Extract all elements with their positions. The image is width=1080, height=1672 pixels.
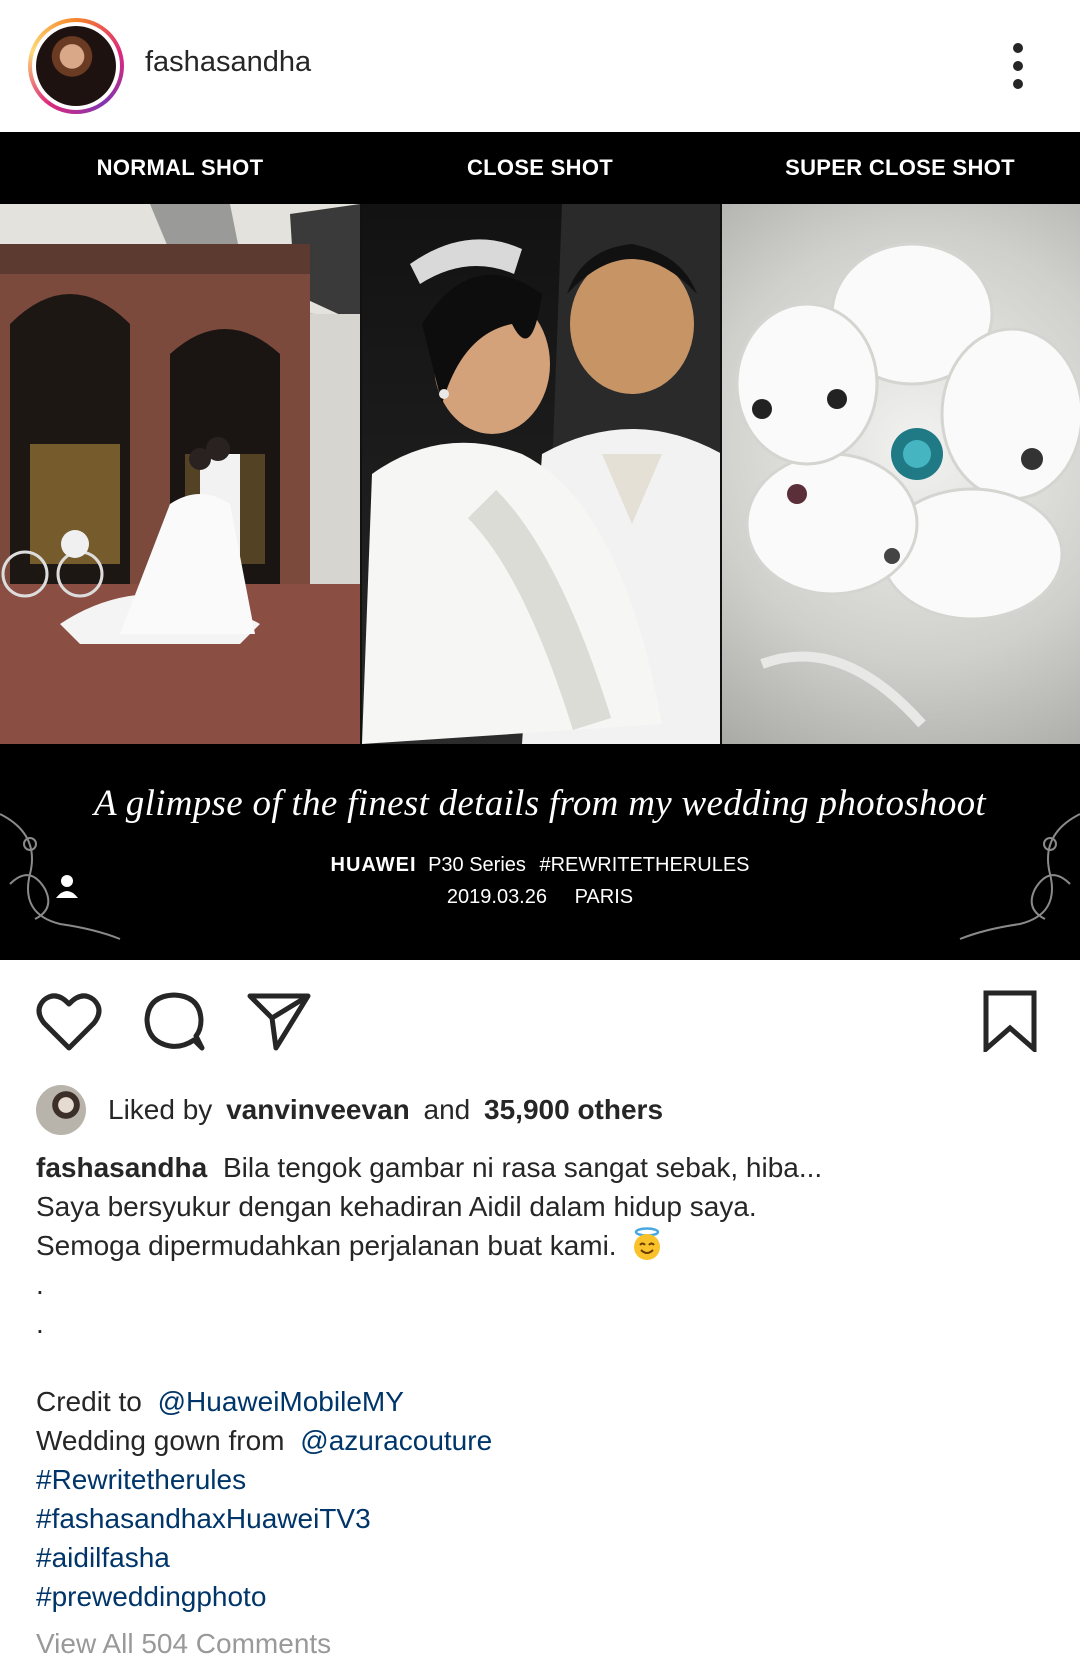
comment-icon[interactable]: [142, 990, 208, 1052]
post-username[interactable]: fashasandha: [145, 46, 311, 79]
avatar-photo: [36, 26, 116, 106]
image-caption-band: A glimpse of the finest details from my …: [0, 744, 1080, 960]
liker-username[interactable]: vanvinveevan: [226, 1094, 410, 1125]
tagged-user-icon[interactable]: [56, 874, 78, 898]
image-tagline: A glimpse of the finest details from my …: [94, 783, 986, 824]
credit-prefix: Credit to: [36, 1386, 142, 1417]
date-line: 2019.03.26 PARIS: [0, 886, 1080, 909]
couple-illustration: [362, 204, 720, 744]
photo-place: PARIS: [574, 886, 634, 908]
bookmark-icon[interactable]: [980, 990, 1040, 1052]
likes-count[interactable]: 35,900 others: [484, 1094, 663, 1125]
caption-dot-2: .: [36, 1308, 44, 1339]
credit-mention-link[interactable]: @HuaweiMobileMY: [158, 1386, 404, 1417]
liker-avatar[interactable]: [36, 1085, 86, 1135]
caption-line-2: Saya bersyukur dengan kehadiran Aidil da…: [36, 1191, 757, 1222]
post-image[interactable]: NORMAL SHOT CLOSE SHOT SUPER CLOSE SHOT: [0, 132, 1080, 960]
brand-series: P30 Series: [428, 854, 526, 876]
brand-name: HUAWEI: [330, 854, 417, 876]
building-illustration: [0, 204, 360, 744]
caption-dot-1: .: [36, 1269, 44, 1300]
gown-mention-link[interactable]: @azuracouture: [300, 1425, 492, 1456]
likes-row[interactable]: Liked by vanvinveevan and 35,900 others: [36, 1084, 669, 1136]
caption-line-3: Semoga dipermudahkan perjalanan buat kam…: [36, 1230, 617, 1261]
brand-hashtag: #REWRITETHERULES: [539, 854, 750, 876]
smiling-halo-emoji-icon: [634, 1227, 661, 1260]
view-all-comments-link[interactable]: View All 504 Comments: [36, 1628, 331, 1660]
shot-label-normal: NORMAL SHOT: [96, 155, 264, 180]
lace-flower-illustration: [735, 242, 1080, 728]
likes-text: Liked by vanvinveevan and 35,900 others: [108, 1094, 664, 1125]
shot-labels: NORMAL SHOT CLOSE SHOT SUPER CLOSE SHOT: [0, 132, 1080, 204]
hashtag-link[interactable]: #preweddingphoto: [36, 1577, 1046, 1616]
caption-author[interactable]: fashasandha: [36, 1152, 207, 1183]
hashtag-link[interactable]: #aidilfasha: [36, 1538, 1046, 1577]
close-shot-photo: [360, 204, 720, 744]
brand-line: HUAWEI P30 Series #REWRITETHERULES: [0, 854, 1080, 877]
send-icon[interactable]: [246, 990, 312, 1052]
shot-label-close: CLOSE SHOT: [466, 155, 613, 180]
photo-date: 2019.03.26: [446, 886, 547, 908]
caption-line-1: Bila tengok gambar ni rasa sangat sebak,…: [222, 1152, 823, 1183]
instagram-post: fashasandha NORMAL SHOT CLOSE SHOT SUPER…: [0, 0, 1080, 1672]
heart-icon[interactable]: [36, 990, 102, 1052]
more-vertical-icon[interactable]: [1004, 40, 1032, 92]
shot-label-super-close: SUPER CLOSE SHOT: [785, 155, 1015, 180]
post-actions: [0, 960, 1080, 1080]
profile-avatar[interactable]: [28, 18, 124, 114]
post-caption: fashasandha Bila tengok gambar ni rasa s…: [36, 1148, 1046, 1616]
hashtag-link[interactable]: #fashasandhaxHuaweiTV3: [36, 1499, 1046, 1538]
post-header: fashasandha: [0, 0, 1080, 132]
hashtag-link[interactable]: #Rewritetherules: [36, 1460, 1046, 1499]
photo-panels: [0, 204, 1080, 744]
gown-prefix: Wedding gown from: [36, 1425, 285, 1456]
super-close-shot-photo: [720, 204, 1080, 744]
normal-shot-photo: [0, 204, 360, 744]
